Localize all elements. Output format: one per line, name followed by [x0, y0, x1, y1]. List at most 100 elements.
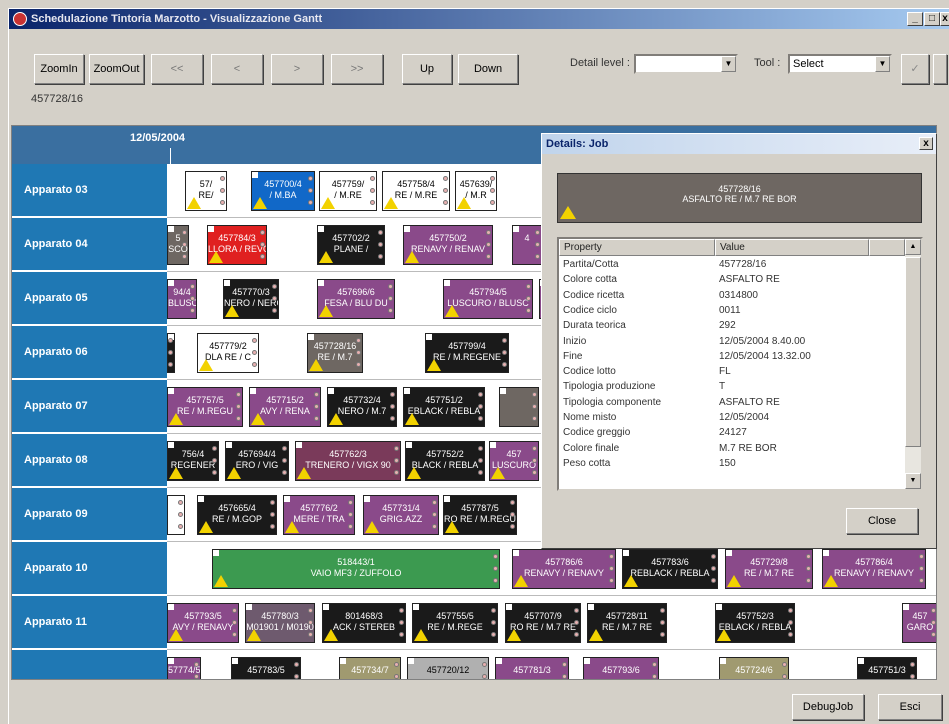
details-close-button[interactable]: Close: [846, 508, 918, 534]
scroll-thumb[interactable]: [905, 257, 921, 447]
job-bar[interactable]: 518443/1 VAIO MF3 / ZUFFOLO: [212, 549, 500, 589]
job-bar[interactable]: 4: [512, 225, 542, 265]
property-row[interactable]: Fine 12/05/2004 13.32.00: [559, 349, 905, 364]
job-bar[interactable]: 457752/3 EBLACK / REBLA: [715, 603, 795, 643]
extra-button[interactable]: [933, 54, 947, 84]
job-bar[interactable]: 57/RE/: [185, 171, 227, 211]
maximize-button[interactable]: □: [924, 12, 940, 26]
property-row[interactable]: Colore finale M.7 RE BOR: [559, 441, 905, 456]
job-bar[interactable]: 457715/2 AVY / RENA: [249, 387, 321, 427]
job-bar[interactable]: 457752/2 BLACK / REBLA: [405, 441, 485, 481]
job-bar[interactable]: 457794/5 LUSCURO / BLUSC: [443, 279, 533, 319]
property-row[interactable]: Durata teorica 292: [559, 318, 905, 333]
exit-button[interactable]: Esci: [878, 694, 942, 720]
job-bar[interactable]: 457762/3 TRENERO / VIGX 90: [295, 441, 401, 481]
job-bar[interactable]: 457776/2 MERE / TRA: [283, 495, 355, 535]
job-bar[interactable]: 457781/3: [495, 657, 569, 679]
job-bar[interactable]: 457751/2 EBLACK / REBLA: [403, 387, 485, 427]
job-bar[interactable]: 801468/3 ACK / STEREB: [322, 603, 406, 643]
zoom-out-button[interactable]: ZoomOut: [89, 54, 144, 84]
job-bar[interactable]: 457779/2 DLA RE / C: [197, 333, 259, 373]
job-bar[interactable]: 457780/3 M01901 / M0190: [245, 603, 315, 643]
job-bar[interactable]: 457696/6 FESA / BLU DU: [317, 279, 395, 319]
first-page-button[interactable]: <<: [151, 54, 203, 84]
job-bar[interactable]: 457732/4 NERO / M.7: [327, 387, 397, 427]
col-value-header[interactable]: Value: [715, 239, 869, 256]
job-bar[interactable]: 5 SCO: [167, 225, 189, 265]
job-bar[interactable]: 457734/7: [339, 657, 401, 679]
job-bar[interactable]: 457758/4 RE / M.RE: [382, 171, 450, 211]
last-page-button[interactable]: >>: [331, 54, 383, 84]
chevron-down-icon[interactable]: ▼: [721, 56, 736, 72]
job-bar[interactable]: 457 GARO: [902, 603, 936, 643]
job-bar[interactable]: 457728/11 RE / M.7 RE: [587, 603, 667, 643]
property-row[interactable]: Colore cotta ASFALTO RE: [559, 272, 905, 287]
job-bar[interactable]: 457694/4 ERO / VIG: [225, 441, 289, 481]
job-bar[interactable]: 457751/3: [857, 657, 917, 679]
job-bar[interactable]: 457755/5 RE / M.REGE: [412, 603, 498, 643]
col-property-header[interactable]: Property: [559, 239, 715, 256]
property-row[interactable]: Partita/Cotta 457728/16: [559, 257, 905, 272]
job-status-marker: [574, 620, 579, 625]
job-bar[interactable]: 457759// M.RE: [319, 171, 377, 211]
property-row[interactable]: Peso cotta 150: [559, 456, 905, 471]
job-bar[interactable]: 457724/6: [719, 657, 789, 679]
job-bar[interactable]: [167, 495, 185, 535]
job-desc: RENAVY / RENAVY: [523, 568, 605, 578]
job-bar[interactable]: 756/4 REGENER: [167, 441, 219, 481]
chevron-down-icon[interactable]: ▼: [875, 56, 890, 72]
debug-job-button[interactable]: DebugJob: [792, 694, 864, 720]
down-button[interactable]: Down: [458, 54, 518, 84]
property-row[interactable]: Codice greggio 24127: [559, 425, 905, 440]
properties-grid[interactable]: Property Value Partita/Cotta 457728/16 Col…: [557, 237, 923, 491]
job-bar[interactable]: 94/4BLUSCU: [167, 279, 197, 319]
property-row[interactable]: Nome misto 12/05/2004: [559, 410, 905, 425]
property-row[interactable]: Codice ciclo 0011: [559, 303, 905, 318]
job-bar[interactable]: [167, 333, 175, 373]
detail-level-select[interactable]: ▼: [634, 54, 738, 74]
zoom-in-button[interactable]: ZoomIn: [34, 54, 84, 84]
job-bar[interactable]: 457700/4/ M.BA: [251, 171, 315, 211]
job-bar[interactable]: 457729/8 RE / M.7 RE: [725, 549, 813, 589]
properties-scrollbar[interactable]: ▲ ▼: [905, 239, 921, 489]
job-bar[interactable]: 457707/9 RO RE / M.7 RE: [505, 603, 581, 643]
job-bar[interactable]: 457665/4 RE / M.GOP: [197, 495, 277, 535]
job-bar[interactable]: 457784/3 LLORA / REVO: [207, 225, 267, 265]
up-button[interactable]: Up: [402, 54, 452, 84]
scroll-down-icon[interactable]: ▼: [905, 473, 921, 489]
next-page-button[interactable]: >: [271, 54, 323, 84]
job-bar[interactable]: 457770/3 NERO / NERO: [223, 279, 279, 319]
job-bar[interactable]: 457750/2 RENAVY / RENAV: [403, 225, 493, 265]
check-icon[interactable]: ✓: [901, 54, 929, 84]
job-id: 457779/2: [209, 341, 247, 351]
property-row[interactable]: Tipologia componente ASFALTO RE: [559, 395, 905, 410]
prev-page-button[interactable]: <: [211, 54, 263, 84]
job-bar[interactable]: 457 LUSCURO: [489, 441, 539, 481]
job-bar[interactable]: 57774/5: [167, 657, 201, 679]
job-bar[interactable]: 457793/5 AVY / RENAVY: [167, 603, 239, 643]
job-bar[interactable]: 457787/5 RO RE / M.REGU: [443, 495, 517, 535]
job-bar[interactable]: [499, 387, 539, 427]
job-bar[interactable]: 457728/16 RE / M.7: [307, 333, 363, 373]
job-bar[interactable]: 457731/4 GRIG.AZZ: [363, 495, 439, 535]
property-row[interactable]: Tipologia produzione T: [559, 379, 905, 394]
job-bar[interactable]: 457757/5 RE / M.REGU: [167, 387, 243, 427]
scroll-up-icon[interactable]: ▲: [905, 239, 921, 255]
job-bar[interactable]: 457786/6 RENAVY / RENAVY: [512, 549, 616, 589]
job-bar[interactable]: 457783/5: [231, 657, 301, 679]
property-row[interactable]: Codice ricetta 0314800: [559, 288, 905, 303]
property-row[interactable]: Inizio 12/05/2004 8.40.00: [559, 334, 905, 349]
job-bar[interactable]: 457793/6: [583, 657, 659, 679]
warning-icon: [321, 197, 335, 209]
close-window-button[interactable]: x: [940, 12, 949, 26]
job-bar[interactable]: 457720/12: [407, 657, 489, 679]
minimize-button[interactable]: _: [907, 12, 923, 26]
job-bar[interactable]: 457786/4 RENAVY / RENAVY: [822, 549, 926, 589]
job-bar[interactable]: 457783/6 REBLACK / REBLA: [622, 549, 718, 589]
job-bar[interactable]: 457799/4 RE / M.REGENE: [425, 333, 509, 373]
property-row[interactable]: Codice lotto FL: [559, 364, 905, 379]
close-icon[interactable]: x: [919, 137, 933, 150]
tool-select[interactable]: Select ▼: [788, 54, 892, 74]
job-bar[interactable]: 457639// M.R: [455, 171, 497, 211]
job-bar[interactable]: 457702/2 PLANE /: [317, 225, 385, 265]
